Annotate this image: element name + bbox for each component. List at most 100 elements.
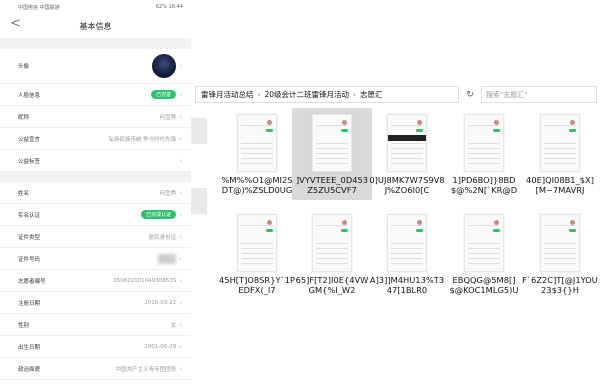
row-value: 何宜秀 › <box>160 189 182 197</box>
row-label: 政治面貌 <box>18 366 41 373</box>
row-label: 公益标签 <box>18 158 41 165</box>
status-badge: 已完成认证 <box>141 210 177 219</box>
file-item[interactable]: A]3]]M4HU13%T347[1BLR0 <box>367 208 447 304</box>
address-bar-row: 雷锋月活动总结 › 20级会计二班雷锋月活动 › 志愿汇 ↻ 搜索"志愿汇" <box>195 86 597 103</box>
row-label: 昵称 <box>18 114 30 121</box>
file-item[interactable]: 40E]QI08B1_$X][M~7MAVRJ <box>520 108 600 200</box>
info-row[interactable]: 学历› <box>0 380 191 386</box>
row-value: 2018-03-22 › <box>144 299 182 307</box>
file-thumbnail <box>540 114 580 172</box>
row-value-text: 女 <box>170 322 177 329</box>
file-thumbnail <box>312 114 352 172</box>
info-row[interactable]: 证件号码 › <box>0 248 191 270</box>
row-label: 人脸信息 <box>18 92 41 99</box>
avatar[interactable] <box>152 54 177 78</box>
file-thumbnail <box>387 214 427 272</box>
chevron-right-icon: › <box>179 62 182 70</box>
info-row[interactable]: 姓名 何宜秀 › <box>0 182 191 204</box>
row-label: 公益宣言 <box>18 136 41 143</box>
info-row[interactable]: 头像 › <box>0 49 191 84</box>
info-row[interactable]: 公益标签 › <box>0 150 191 172</box>
refresh-icon[interactable]: ↻ <box>463 90 477 100</box>
row-label: 性别 <box>18 322 30 329</box>
row-value-text: 35062200104930853S <box>113 277 177 284</box>
row-value: › <box>176 157 182 165</box>
search-input[interactable]: 搜索"志愿汇" <box>481 86 597 103</box>
status-badge: 已完善 <box>151 90 177 99</box>
file-item[interactable]: 0]UJ8MK7W7S9V8J%ZO6I0[C <box>367 108 447 200</box>
row-label: 姓名 <box>18 190 30 197</box>
row-label: 志愿者编号 <box>18 278 46 285</box>
chevron-right-icon: › <box>179 112 182 121</box>
file-name: %M%%O1@MI2SDT@)%ZSLD0UG <box>221 175 293 195</box>
row-value-text: 何宜秀 <box>159 114 177 121</box>
row-value-text: 中国共产主义青年团团员 <box>115 366 177 373</box>
file-name: EBQQG@5M8[]$@KOC1MLG5)U <box>449 275 519 295</box>
file-item[interactable]: 1]PD6BO]}8BD$@%2N[`KR@D <box>444 108 524 200</box>
info-row[interactable]: 昵称 何宜秀 › <box>0 106 191 128</box>
breadcrumb-item[interactable]: 20级会计二班雷锋月活动 <box>265 89 350 100</box>
info-row[interactable]: 注册日期 2018-03-22 › <box>0 292 191 314</box>
file-thumbnail <box>237 214 277 272</box>
chevron-right-icon: › <box>179 156 182 165</box>
info-row[interactable]: 实名认证 已完成认证 › <box>0 204 191 226</box>
page-title: 基本信息 <box>79 21 112 31</box>
file-item[interactable]: ]VYVTEEE_0D453Z5ZU5CVF7 <box>292 108 372 200</box>
file-item[interactable]: EBQQG@5M8[]$@KOC1MLG5)U <box>444 208 524 304</box>
breadcrumb-item[interactable]: 志愿汇 <box>360 89 383 100</box>
chevron-right-icon: › <box>179 364 182 373</box>
info-row[interactable]: 公益宣言 弘扬民族传统 争当时代先锋 › <box>0 128 191 150</box>
row-value-text: 2018-03-22 <box>144 299 177 306</box>
row-label: 头像 <box>18 64 30 70</box>
file-name: A]3]]M4HU13%T347[1BLR0 <box>369 275 445 295</box>
row-value: 居民身份证 › <box>149 233 182 241</box>
file-item[interactable]: 45H[T]O8SR}Y`1PEDFX(_I7 <box>217 208 297 304</box>
chevron-right-icon: › <box>179 254 182 263</box>
nav-pane-edge <box>191 188 207 214</box>
file-thumbnail <box>237 114 277 172</box>
file-item[interactable]: F`6Z2C]T[@J1YOU23$3{}H <box>520 208 600 304</box>
info-list: 头像 › 人脸信息 已完善 › 昵称 何宜秀 › 公益宣言 弘扬民族传统 争当时代先锋 › 公益标签 ›… <box>0 49 191 386</box>
file-name: 45H[T]O8SR}Y`1PEDFX(_I7 <box>219 275 295 295</box>
status-right: 62% 18:44 <box>155 4 183 10</box>
back-icon[interactable]: < <box>10 16 21 31</box>
row-label: 出生日期 <box>18 344 41 351</box>
row-value-text: 2001-06-29 <box>144 343 177 350</box>
row-value: 弘扬民族传统 争当时代先锋 › <box>108 135 182 143</box>
info-row[interactable]: 人脸信息 已完善 › <box>0 84 191 106</box>
chevron-right-icon: › <box>179 320 182 329</box>
chevron-right-icon: › <box>353 90 357 99</box>
chevron-right-icon: › <box>179 188 182 197</box>
row-value: 已完成认证 › <box>141 210 182 219</box>
file-thumbnail <box>387 114 427 172</box>
address-bar[interactable]: 雷锋月活动总结 › 20级会计二班雷锋月活动 › 志愿汇 <box>195 86 459 103</box>
redacted-value <box>158 253 177 264</box>
file-item[interactable]: %M%%O1@MI2SDT@)%ZSLD0UG <box>217 108 297 200</box>
row-value: 35062200104930853S › <box>113 277 182 285</box>
chevron-right-icon: › <box>179 342 182 351</box>
status-bar: 中国电信 中国联通 62% 18:44 <box>0 0 191 14</box>
row-label: 证件号码 <box>18 256 41 263</box>
info-row[interactable]: 志愿者编号 35062200104930853S › <box>0 270 191 292</box>
phone-header: < 基本信息 <box>0 14 191 39</box>
row-value-text: 居民身份证 <box>148 234 177 241</box>
info-row[interactable]: 出生日期 2001-06-29 › <box>0 336 191 358</box>
info-row[interactable]: 证件类型 居民身份证 › <box>0 226 191 248</box>
file-name: 1]PD6BO]}8BD$@%2N[`KR@D <box>450 175 518 195</box>
breadcrumb-item[interactable]: 雷锋月活动总结 <box>201 89 254 100</box>
section-gap <box>0 172 191 182</box>
row-value: 女 › <box>171 321 182 329</box>
file-name: 40E]QI08B1_$X][M~7MAVRJ <box>526 175 594 195</box>
chevron-right-icon: › <box>179 232 182 241</box>
info-row[interactable]: 政治面貌 中国共产主义青年团团员 › <box>0 358 191 380</box>
row-label: 注册日期 <box>18 300 41 307</box>
chevron-right-icon: › <box>179 134 182 143</box>
file-item[interactable]: 65]F[T2]I0E{4VWGM{%I_W2 <box>292 208 372 304</box>
file-thumbnail <box>464 214 504 272</box>
file-name: F`6Z2C]T[@J1YOU23$3{}H <box>522 275 598 295</box>
phone-screen: 中国电信 中国联通 62% 18:44 < 基本信息 头像 › 人脸信息 已完善 › 昵称… <box>0 0 191 386</box>
file-thumbnail <box>312 214 352 272</box>
row-value-text: 弘扬民族传统 争当时代先锋 <box>108 136 177 143</box>
info-row[interactable]: 性别 女 › <box>0 314 191 336</box>
chevron-right-icon: › <box>179 276 182 285</box>
